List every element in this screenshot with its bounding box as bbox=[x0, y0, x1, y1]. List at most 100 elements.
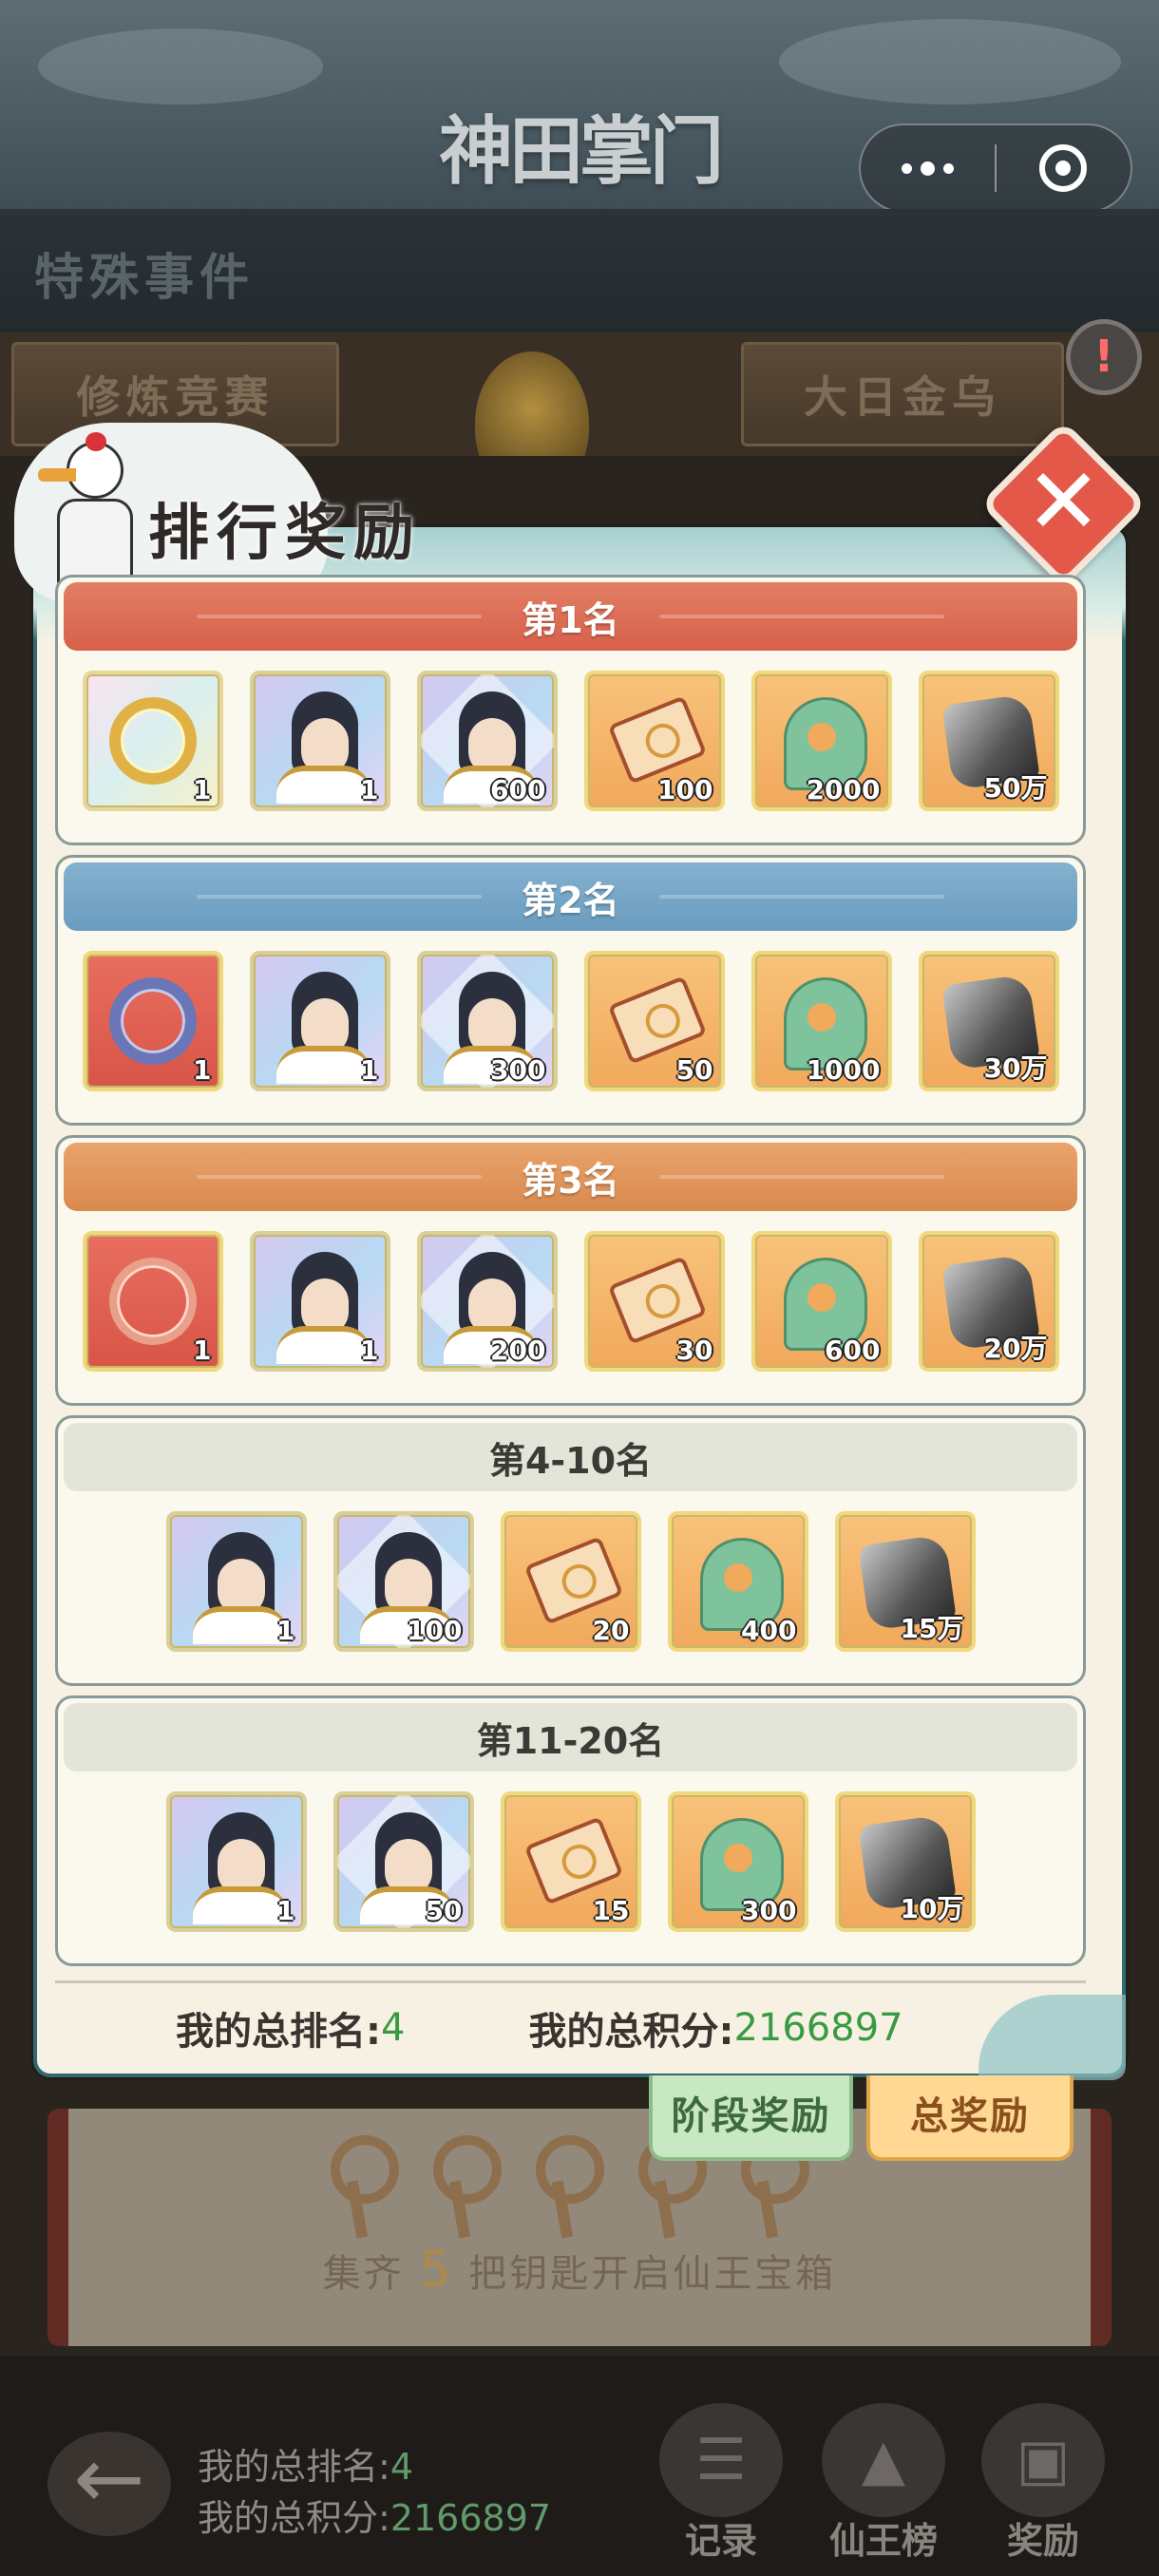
rank-label: 第11-20名 bbox=[476, 1719, 665, 1762]
rank-header: 第11-20名 bbox=[64, 1703, 1077, 1771]
tab-golden-crow[interactable]: 大日金乌 bbox=[741, 342, 1064, 446]
reward-item[interactable]: 100 bbox=[332, 1511, 474, 1652]
tab-total-rewards[interactable]: 总奖励 bbox=[866, 2075, 1074, 2161]
rank-header: 第1名 bbox=[64, 582, 1077, 651]
bottom-rank-label: 我的总排名: bbox=[198, 2446, 390, 2488]
key-icon bbox=[528, 2135, 604, 2240]
target-icon bbox=[1039, 144, 1088, 192]
pavilion-icon: ▲ bbox=[822, 2403, 945, 2517]
collect-count: 5 bbox=[419, 2242, 454, 2299]
item-count: 20 bbox=[592, 1615, 630, 1646]
ticket-icon bbox=[607, 695, 707, 785]
scroll-icon: ☰ bbox=[659, 2403, 783, 2517]
rank-label: 第4-10名 bbox=[488, 1439, 653, 1482]
item-count: 600 bbox=[825, 1335, 881, 1366]
reward-item[interactable]: 600 bbox=[416, 671, 558, 811]
footer-rank-value: 4 bbox=[381, 2006, 406, 2050]
reward-item[interactable]: 20 bbox=[500, 1511, 641, 1652]
reward-item[interactable]: 50 bbox=[583, 951, 725, 1091]
item-count: 1 bbox=[193, 1335, 212, 1366]
reward-item[interactable]: 1 bbox=[82, 671, 223, 811]
reward-item[interactable]: 50万 bbox=[918, 671, 1059, 811]
modal-title: 排行奖励 bbox=[148, 498, 422, 569]
item-count: 15 bbox=[592, 1895, 630, 1926]
rank-section-1: 第1名 1 1 600 100 2000 50万 bbox=[55, 575, 1086, 845]
ticket-icon bbox=[607, 1256, 707, 1345]
close-icon[interactable]: ✕ bbox=[1004, 445, 1123, 563]
alert-icon[interactable]: ! bbox=[1066, 319, 1142, 395]
item-count: 2000 bbox=[806, 774, 881, 805]
reward-item[interactable]: 1 bbox=[249, 1231, 390, 1372]
rank-header: 第4-10名 bbox=[64, 1423, 1077, 1491]
item-count: 100 bbox=[657, 774, 713, 805]
close-miniprogram-button[interactable] bbox=[997, 125, 1130, 211]
item-count: 30万 bbox=[983, 1052, 1048, 1084]
bottom-score-value: 2166897 bbox=[390, 2497, 552, 2539]
rank-section-11-20: 第11-20名 1 50 15 300 10万 bbox=[55, 1695, 1086, 1966]
key-icon bbox=[323, 2135, 399, 2240]
rank-header: 第2名 bbox=[64, 862, 1077, 931]
item-count: 1 bbox=[360, 1054, 379, 1086]
reward-item[interactable]: 1 bbox=[249, 671, 390, 811]
item-count: 50 bbox=[675, 1054, 713, 1086]
item-count: 1 bbox=[193, 1054, 212, 1086]
tab-stage-rewards[interactable]: 阶段奖励 bbox=[649, 2075, 853, 2161]
reward-item[interactable]: 600 bbox=[750, 1231, 892, 1372]
nav-leaderboard-button[interactable]: ▲ 仙王榜 bbox=[822, 2403, 945, 2562]
nav-rewards-button[interactable]: ▣ 奖励 bbox=[981, 2403, 1105, 2562]
reward-item[interactable]: 1 bbox=[82, 951, 223, 1091]
item-count: 300 bbox=[741, 1895, 797, 1926]
reward-item[interactable]: 1 bbox=[82, 1231, 223, 1372]
nav-leaderboard-label: 仙王榜 bbox=[828, 2520, 938, 2562]
reward-item[interactable]: 100 bbox=[583, 671, 725, 811]
reward-item[interactable]: 20万 bbox=[918, 1231, 1059, 1372]
rank-label: 第1名 bbox=[522, 598, 619, 641]
key-icon bbox=[426, 2135, 502, 2240]
blue-ring-icon bbox=[108, 977, 197, 1065]
reward-item[interactable]: 300 bbox=[667, 1791, 808, 1932]
item-count: 1 bbox=[193, 774, 212, 805]
reward-item[interactable]: 30万 bbox=[918, 951, 1059, 1091]
more-button[interactable] bbox=[861, 125, 995, 211]
bottom-score-label: 我的总积分: bbox=[198, 2497, 390, 2539]
reward-item[interactable]: 400 bbox=[667, 1511, 808, 1652]
item-count: 100 bbox=[407, 1615, 463, 1646]
reward-item[interactable]: 15万 bbox=[834, 1511, 976, 1652]
back-arrow-icon[interactable]: ← bbox=[48, 2432, 171, 2536]
reward-item[interactable]: 1 bbox=[249, 951, 390, 1091]
item-count: 300 bbox=[490, 1054, 546, 1086]
nav-records-button[interactable]: ☰ 记录 bbox=[659, 2403, 783, 2562]
rank-label: 第2名 bbox=[522, 879, 619, 921]
special-event-title: 特殊事件 bbox=[34, 249, 256, 307]
rank-section-4-10: 第4-10名 1 100 20 400 15万 bbox=[55, 1415, 1086, 1686]
ticket-icon bbox=[523, 1816, 623, 1905]
reward-item[interactable]: 1000 bbox=[750, 951, 892, 1091]
item-count: 30 bbox=[675, 1335, 713, 1366]
footer-score-value: 2166897 bbox=[733, 2006, 903, 2050]
reward-item[interactable]: 30 bbox=[583, 1231, 725, 1372]
collect-keys-text: 集齐 5 把钥匙开启仙王宝箱 bbox=[0, 2242, 1159, 2299]
reward-item[interactable]: 50 bbox=[332, 1791, 474, 1932]
reward-item[interactable]: 2000 bbox=[750, 671, 892, 811]
reward-item[interactable]: 200 bbox=[416, 1231, 558, 1372]
item-count: 1 bbox=[360, 1335, 379, 1366]
gold-ring-icon bbox=[108, 697, 197, 785]
item-count: 50万 bbox=[983, 772, 1048, 804]
footer-score-label: 我的总积分: bbox=[528, 2010, 734, 2054]
reward-item[interactable]: 1 bbox=[165, 1791, 307, 1932]
item-count: 20万 bbox=[983, 1333, 1048, 1364]
chest-icon: ▣ bbox=[981, 2403, 1105, 2517]
my-rank-footer: 我的总排名: 4 我的总积分: 2166897 bbox=[33, 1980, 1126, 2075]
reward-item[interactable]: 1 bbox=[165, 1511, 307, 1652]
collect-prefix: 集齐 bbox=[322, 2252, 405, 2296]
crane-mascot-icon bbox=[38, 432, 142, 594]
reward-item[interactable]: 300 bbox=[416, 951, 558, 1091]
item-count: 1 bbox=[360, 774, 379, 805]
bottom-rank-value: 4 bbox=[390, 2446, 413, 2488]
item-count: 15万 bbox=[900, 1613, 964, 1644]
reward-item[interactable]: 15 bbox=[500, 1791, 641, 1932]
rank-section-2: 第2名 1 1 300 50 1000 30万 bbox=[55, 855, 1086, 1126]
item-count: 1000 bbox=[806, 1054, 881, 1086]
footer-rank-label: 我的总排名: bbox=[176, 2010, 381, 2054]
reward-item[interactable]: 10万 bbox=[834, 1791, 976, 1932]
